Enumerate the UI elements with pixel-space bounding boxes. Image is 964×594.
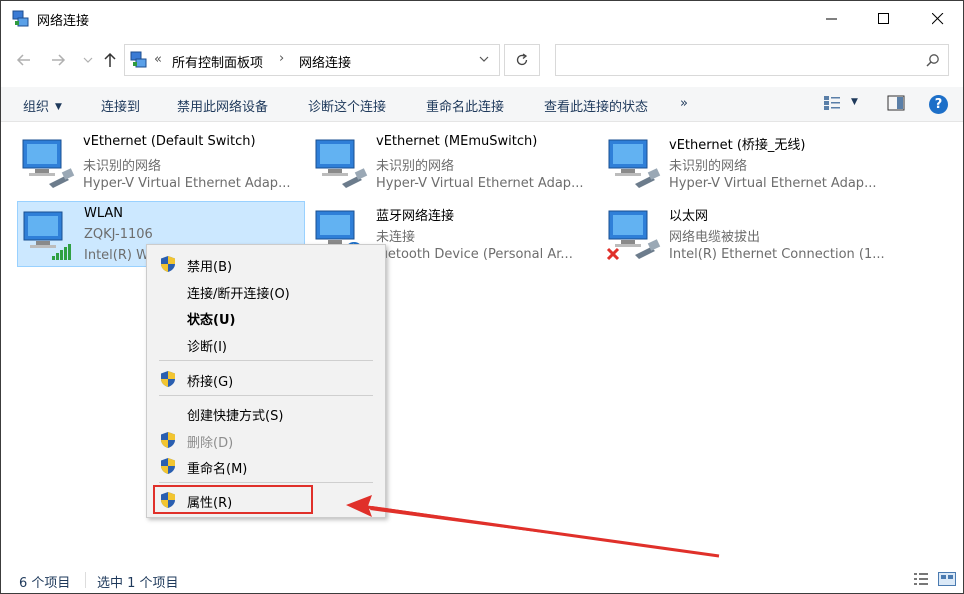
connection-name: vEthernet (Default Switch) bbox=[83, 134, 256, 149]
connection-item-memu-switch[interactable]: vEthernet (MEmuSwitch) 未识别的网络 Hyper-V Vi… bbox=[310, 130, 598, 196]
chevron-down-icon bbox=[83, 57, 93, 63]
change-view-icon[interactable] bbox=[823, 95, 841, 111]
refresh-icon bbox=[516, 53, 528, 66]
network-connections-icon bbox=[12, 10, 29, 27]
menu-item-create-shortcut[interactable]: 创建快捷方式(S) bbox=[147, 400, 385, 426]
connection-status: 网络电缆被拔出 bbox=[669, 230, 761, 245]
menu-item-label: 删除(D) bbox=[187, 436, 234, 451]
menu-item-label: 诊断(I) bbox=[187, 340, 227, 355]
menu-item-disable[interactable]: 禁用(B) bbox=[147, 251, 385, 277]
maximize-icon bbox=[878, 13, 889, 24]
title-bar: 网络连接 bbox=[1, 1, 963, 37]
menu-separator bbox=[159, 360, 373, 361]
search-icon[interactable] bbox=[926, 53, 940, 67]
up-arrow-icon bbox=[104, 52, 116, 67]
ethernet-adapter-icon bbox=[608, 139, 661, 188]
forward-button[interactable] bbox=[48, 50, 68, 70]
menu-item-label: 连接/断开连接(O) bbox=[187, 287, 290, 302]
address-dropdown-icon[interactable] bbox=[479, 55, 489, 63]
refresh-button[interactable] bbox=[504, 44, 540, 76]
menu-item-diagnose[interactable]: 诊断(I) bbox=[147, 331, 385, 357]
uac-shield-icon bbox=[161, 371, 175, 387]
preview-pane-icon[interactable] bbox=[887, 95, 905, 111]
ethernet-adapter-icon bbox=[315, 139, 368, 188]
status-divider bbox=[85, 572, 86, 588]
connection-name: WLAN bbox=[84, 206, 124, 221]
window-title: 网络连接 bbox=[37, 14, 90, 29]
menu-item-rename[interactable]: 重命名(M) bbox=[147, 453, 385, 479]
connection-item-bridge-wireless[interactable]: vEthernet (桥接_无线) 未识别的网络 Hyper-V Virtual… bbox=[603, 130, 891, 196]
connection-name: vEthernet (MEmuSwitch) bbox=[376, 134, 538, 149]
help-icon[interactable]: ? bbox=[929, 95, 948, 114]
connection-device: Intel(R) Ethernet Connection (1... bbox=[669, 247, 885, 262]
details-view-icon[interactable] bbox=[913, 572, 929, 586]
recent-locations-button[interactable] bbox=[78, 50, 98, 70]
status-bar: 6 个项目 选中 1 个项目 bbox=[1, 566, 963, 592]
connection-item-default-switch[interactable]: vEthernet (Default Switch) 未识别的网络 Hyper-… bbox=[17, 130, 305, 196]
uac-shield-icon bbox=[161, 432, 175, 448]
connection-status: 未识别的网络 bbox=[83, 159, 162, 174]
back-button[interactable] bbox=[14, 50, 34, 70]
diagnose-button[interactable]: 诊断这个连接 bbox=[308, 96, 386, 115]
connection-status: 未识别的网络 bbox=[376, 159, 455, 174]
connection-device: Hyper-V Virtual Ethernet Adap... bbox=[669, 176, 877, 191]
minimize-icon bbox=[826, 18, 837, 20]
connection-name: vEthernet (桥接_无线) bbox=[669, 138, 806, 153]
menu-item-status[interactable]: 状态(U) bbox=[147, 304, 385, 330]
menu-item-label: 桥接(G) bbox=[187, 375, 234, 390]
connection-device: luetooth Device (Personal Ar... bbox=[376, 247, 573, 262]
connection-device: Hyper-V Virtual Ethernet Adap... bbox=[376, 176, 584, 191]
uac-shield-icon bbox=[161, 458, 175, 474]
item-count: 6 个项目 bbox=[19, 576, 71, 591]
close-button[interactable] bbox=[915, 1, 961, 37]
rename-button[interactable]: 重命名此连接 bbox=[426, 96, 504, 115]
annotation-highlight-box bbox=[153, 485, 313, 514]
view-options-dropdown-icon[interactable]: ▼ bbox=[851, 97, 858, 107]
menu-item-label: 创建快捷方式(S) bbox=[187, 409, 284, 424]
more-commands-button[interactable]: » bbox=[680, 96, 688, 111]
uac-shield-icon bbox=[161, 256, 175, 272]
connection-item-ethernet[interactable]: 以太网 网络电缆被拔出 Intel(R) Ethernet Connection… bbox=[603, 201, 891, 267]
menu-item-bridge[interactable]: 桥接(G) bbox=[147, 366, 385, 392]
ethernet-adapter-icon bbox=[22, 139, 75, 188]
menu-item-label: 状态(U) bbox=[187, 313, 236, 328]
disable-device-button[interactable]: 禁用此网络设备 bbox=[177, 96, 268, 115]
connection-name: 以太网 bbox=[669, 209, 709, 224]
menu-separator bbox=[159, 482, 373, 483]
search-input[interactable] bbox=[555, 44, 949, 76]
connection-device: Hyper-V Virtual Ethernet Adap... bbox=[83, 176, 291, 191]
maximize-button[interactable] bbox=[861, 1, 907, 37]
minimize-button[interactable] bbox=[809, 1, 855, 37]
connection-name: 蓝牙网络连接 bbox=[376, 209, 455, 224]
connect-to-button[interactable]: 连接到 bbox=[101, 96, 140, 115]
menu-item-connect-disconnect[interactable]: 连接/断开连接(O) bbox=[147, 278, 385, 304]
connection-status: 未连接 bbox=[376, 230, 416, 245]
breadcrumb-separator[interactable]: › bbox=[279, 51, 284, 66]
network-connections-icon bbox=[130, 51, 147, 68]
connection-status: 未识别的网络 bbox=[669, 159, 748, 174]
forward-arrow-icon bbox=[52, 54, 66, 66]
menu-item-delete: 删除(D) bbox=[147, 427, 385, 453]
dropdown-arrow-icon: ▼ bbox=[55, 102, 62, 112]
up-button[interactable] bbox=[100, 50, 120, 70]
organize-menu[interactable]: 组织 ▼ bbox=[23, 96, 62, 115]
wifi-adapter-icon bbox=[23, 211, 71, 260]
breadcrumb-network-connections[interactable]: 网络连接 bbox=[299, 52, 351, 71]
context-menu: 禁用(B) 连接/断开连接(O) 状态(U) 诊断(I) 桥接(G) 创建快捷方… bbox=[146, 244, 386, 518]
back-arrow-icon bbox=[16, 54, 30, 66]
menu-item-label: 重命名(M) bbox=[187, 462, 248, 477]
close-icon bbox=[932, 13, 944, 25]
large-icons-view-icon[interactable] bbox=[938, 572, 956, 586]
command-bar: 组织 ▼ 连接到 禁用此网络设备 诊断这个连接 重命名此连接 查看此连接的状态 »… bbox=[1, 87, 963, 122]
breadcrumb-overflow[interactable]: « bbox=[154, 52, 162, 67]
selected-count: 选中 1 个项目 bbox=[97, 576, 179, 591]
ethernet-disconnected-icon bbox=[606, 210, 661, 261]
menu-separator bbox=[159, 395, 373, 396]
view-status-button[interactable]: 查看此连接的状态 bbox=[544, 96, 648, 115]
breadcrumb-control-panel[interactable]: 所有控制面板项 bbox=[172, 52, 263, 71]
menu-item-label: 禁用(B) bbox=[187, 260, 233, 275]
connection-status: ZQKJ-1106 bbox=[84, 227, 153, 242]
address-bar[interactable]: « 所有控制面板项 › 网络连接 bbox=[124, 44, 500, 76]
organize-label: 组织 bbox=[23, 100, 50, 115]
